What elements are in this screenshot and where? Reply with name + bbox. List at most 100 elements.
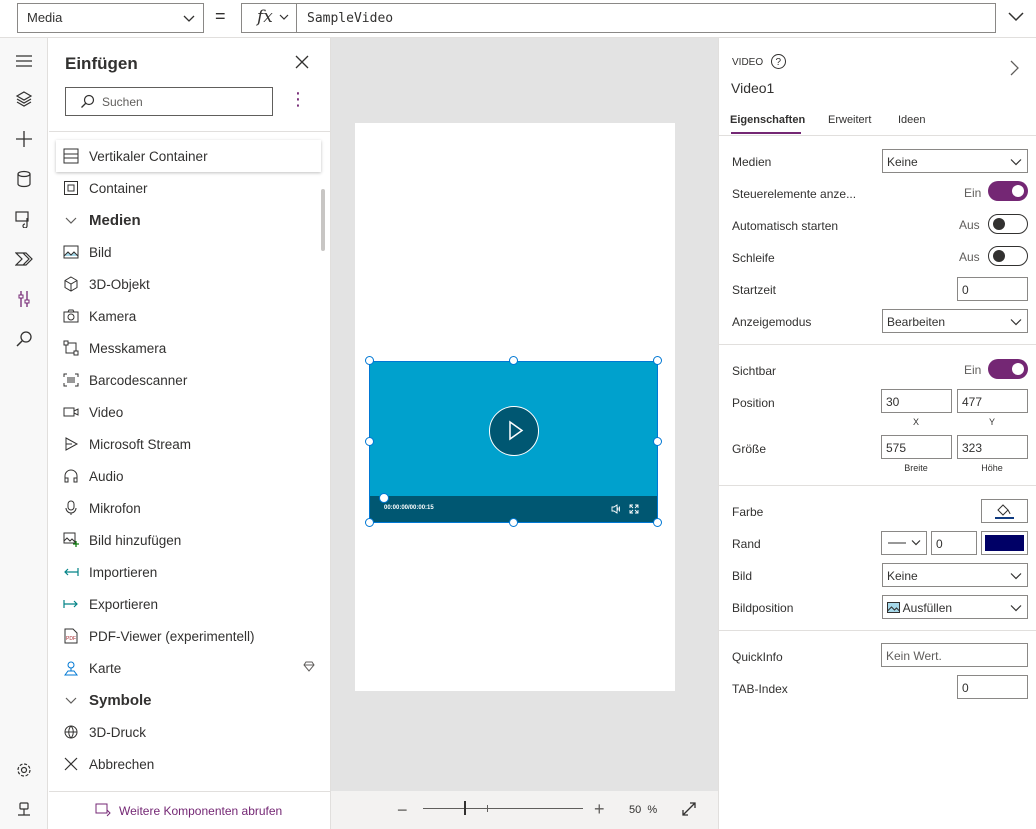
resize-handle[interactable] xyxy=(653,356,662,365)
app-screen[interactable]: 00:00:00/00:00:15 xyxy=(355,123,675,691)
medien-dropdown[interactable]: Keine xyxy=(882,149,1028,173)
tabindex-input[interactable]: 0 xyxy=(957,675,1028,699)
position-y-input[interactable]: 477 xyxy=(957,389,1028,413)
help-icon[interactable]: ? xyxy=(770,53,787,70)
resize-handle[interactable] xyxy=(653,518,662,527)
resize-handle[interactable] xyxy=(365,437,374,446)
insert-item-add-image[interactable]: Bild hinzufügen xyxy=(56,524,321,556)
insert-item-label: Video xyxy=(89,404,124,420)
insert-item-label: Vertikaler Container xyxy=(89,148,208,164)
chevron-down-icon xyxy=(1010,605,1022,612)
rand-style-dropdown[interactable] xyxy=(881,531,927,555)
zoom-in-button[interactable]: + xyxy=(594,799,605,820)
insert-item-microsoft-stream[interactable]: Microsoft Stream xyxy=(56,428,321,460)
data-icon[interactable] xyxy=(13,168,35,190)
fullscreen-icon[interactable] xyxy=(629,504,639,514)
prop-label-bildposition: Bildposition xyxy=(732,601,794,615)
insert-item-cancel[interactable]: Abbrechen xyxy=(56,748,321,780)
chevron-right-icon[interactable] xyxy=(1009,59,1021,77)
cube-icon xyxy=(62,275,80,293)
insert-scrollbar[interactable] xyxy=(321,189,325,251)
media-icon[interactable] xyxy=(13,208,35,230)
control-name[interactable]: Video1 xyxy=(731,80,774,96)
tab-ideen[interactable]: Ideen xyxy=(898,114,926,126)
insert-item-export[interactable]: Exportieren xyxy=(56,588,321,620)
hamburger-icon[interactable] xyxy=(13,50,35,72)
insert-item-container[interactable]: Container xyxy=(56,172,321,204)
bildposition-dropdown[interactable]: Ausfüllen xyxy=(882,595,1028,619)
insert-item-barcode-scanner[interactable]: Barcodescanner xyxy=(56,364,321,396)
insert-item-audio[interactable]: Audio xyxy=(56,460,321,492)
insert-item-3d-object[interactable]: 3D-Objekt xyxy=(56,268,321,300)
rand-color-picker[interactable] xyxy=(981,531,1028,555)
image-fill-icon xyxy=(887,602,900,613)
anzeigemodus-dropdown[interactable]: Bearbeiten xyxy=(882,309,1028,333)
resize-handle[interactable] xyxy=(509,518,518,527)
bild-dropdown[interactable]: Keine xyxy=(882,563,1028,587)
insert-panel: Einfügen Suchen ⋮ Vertikaler Container C… xyxy=(49,38,331,829)
hoehe-input[interactable]: 323 xyxy=(957,435,1028,459)
insert-item-measure-camera[interactable]: Messkamera xyxy=(56,332,321,364)
insert-item-import[interactable]: Importieren xyxy=(56,556,321,588)
farbe-color-picker[interactable] xyxy=(981,499,1028,523)
virtual-agent-icon[interactable] xyxy=(13,798,35,820)
position-x-input[interactable]: 30 xyxy=(881,389,952,413)
measure-camera-icon xyxy=(62,339,80,357)
insert-item-3d-print[interactable]: 3D-Druck xyxy=(56,716,321,748)
fit-to-window-icon[interactable] xyxy=(681,801,697,817)
resize-handle[interactable] xyxy=(365,518,374,527)
steuerelemente-toggle[interactable] xyxy=(988,181,1028,201)
property-dropdown[interactable]: Media xyxy=(17,3,204,33)
insert-item-image[interactable]: Bild xyxy=(56,236,321,268)
insert-item-pdf-viewer[interactable]: PDF PDF-Viewer (experimentell) xyxy=(56,620,321,652)
startzeit-input[interactable]: 0 xyxy=(957,277,1028,301)
rand-width-input[interactable]: 0 xyxy=(931,531,977,555)
tools-icon[interactable] xyxy=(13,288,35,310)
autostart-state: Aus xyxy=(959,218,980,232)
insert-item-video[interactable]: Video xyxy=(56,396,321,428)
seek-handle[interactable] xyxy=(379,493,389,503)
tab-erweitert[interactable]: Erweitert xyxy=(828,114,871,126)
canvas-area: 00:00:00/00:00:15 xyxy=(331,38,718,791)
video-icon xyxy=(62,403,80,421)
prop-label-sichtbar: Sichtbar xyxy=(732,364,777,378)
video-control[interactable]: 00:00:00/00:00:15 xyxy=(369,361,658,523)
more-options-icon[interactable]: ⋮ xyxy=(289,90,307,108)
insert-item-vertical-container[interactable]: Vertikaler Container xyxy=(56,140,321,172)
insert-group-symbole[interactable]: Symbole xyxy=(56,684,321,716)
power-automate-icon[interactable] xyxy=(13,248,35,270)
anzeigemodus-value: Bearbeiten xyxy=(887,315,946,329)
sichtbar-toggle[interactable] xyxy=(988,359,1028,379)
layers-icon[interactable] xyxy=(13,88,35,110)
schleife-toggle[interactable] xyxy=(988,246,1028,266)
plus-icon[interactable] xyxy=(13,128,35,150)
autostart-toggle[interactable] xyxy=(988,214,1028,234)
formula-input[interactable]: SampleVideo xyxy=(296,3,996,33)
close-icon[interactable] xyxy=(295,55,309,69)
insert-group-medien[interactable]: Medien xyxy=(56,204,321,236)
insert-search-input[interactable]: Suchen xyxy=(65,87,273,116)
search-icon[interactable] xyxy=(13,328,35,350)
play-button[interactable] xyxy=(489,406,539,456)
volume-icon[interactable] xyxy=(611,504,621,514)
resize-handle[interactable] xyxy=(653,437,662,446)
video-seek-bar[interactable] xyxy=(370,493,656,496)
insert-item-camera[interactable]: Kamera xyxy=(56,300,321,332)
tab-eigenschaften[interactable]: Eigenschaften xyxy=(730,114,805,126)
insert-item-microphone[interactable]: Mikrofon xyxy=(56,492,321,524)
expand-formula-icon[interactable] xyxy=(1007,9,1025,25)
fx-button[interactable]: fx xyxy=(241,3,296,33)
resize-handle[interactable] xyxy=(365,356,374,365)
vertical-container-icon xyxy=(62,147,80,165)
zoom-tick xyxy=(487,805,488,812)
quickinfo-input[interactable]: Kein Wert. xyxy=(881,643,1028,667)
settings-icon[interactable] xyxy=(13,759,35,781)
resize-handle[interactable] xyxy=(509,356,518,365)
zoom-out-button[interactable]: − xyxy=(397,800,408,821)
breite-input[interactable]: 575 xyxy=(881,435,952,459)
insert-item-label: 3D-Objekt xyxy=(89,276,150,292)
zoom-slider[interactable] xyxy=(423,808,583,809)
zoom-slider-thumb[interactable] xyxy=(464,801,466,815)
get-more-components-link[interactable]: Weitere Komponenten abrufen xyxy=(119,804,282,818)
insert-item-map[interactable]: Karte xyxy=(56,652,321,684)
